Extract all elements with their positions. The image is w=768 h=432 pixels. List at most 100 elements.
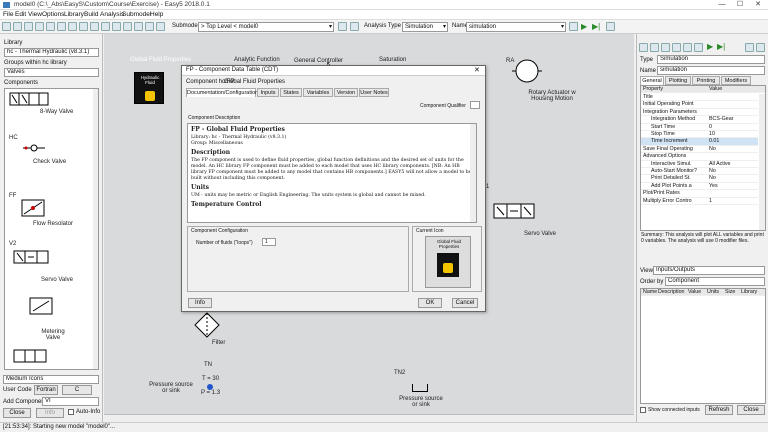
open-icon[interactable] (13, 22, 22, 31)
add-component-input[interactable]: VI (42, 397, 99, 406)
tab-documentation[interactable]: Documentation/Configuration (186, 88, 258, 97)
order-by-select[interactable]: Component (665, 277, 765, 286)
component-valve-partial[interactable] (13, 349, 47, 363)
component-servo-valve[interactable] (13, 249, 49, 265)
auto-info-checkbox[interactable] (68, 409, 74, 415)
play-icon[interactable]: ▶ (581, 22, 587, 31)
library-select[interactable]: hc - Thermal Hydraulic (v8.3.1) (4, 48, 99, 57)
name-select[interactable]: simulation (466, 22, 566, 32)
property-row[interactable]: Integration Parameters (641, 109, 758, 117)
run-analysis-icon[interactable]: ▶ (707, 42, 713, 51)
step-icon[interactable]: ▶| (592, 22, 600, 31)
plot-results-icon[interactable] (745, 43, 754, 52)
icon-size-select[interactable]: Medium Icons (3, 375, 99, 384)
show-connected-checkbox[interactable] (640, 407, 646, 413)
component-list-scrollbar[interactable] (93, 89, 98, 369)
property-row[interactable]: Plot/Print Rates (641, 190, 758, 198)
tab-printing[interactable]: Printing (692, 76, 720, 85)
redo-icon[interactable] (90, 22, 99, 31)
build-icon[interactable] (145, 22, 154, 31)
dialog-info-button[interactable]: Info (188, 298, 212, 308)
settings-icon[interactable] (569, 22, 578, 31)
menu-submodel[interactable]: Submodel (122, 11, 151, 18)
maximize-button[interactable]: ☐ (731, 0, 749, 10)
qualifier-input[interactable] (470, 101, 480, 109)
c-button[interactable]: C (62, 385, 92, 395)
component-metering-valve[interactable] (29, 297, 53, 315)
tab-version[interactable]: Version (334, 88, 358, 97)
new-analysis-icon[interactable] (639, 43, 648, 52)
export-analysis-icon[interactable] (694, 43, 703, 52)
component-8way-valve[interactable] (9, 92, 49, 106)
rotary-actuator-component[interactable] (512, 56, 542, 86)
close-panel-button[interactable]: Close (3, 408, 31, 418)
description-scrollbar[interactable] (470, 124, 476, 222)
menu-edit[interactable]: Edit (15, 11, 26, 18)
submodel-icon[interactable] (350, 22, 359, 31)
menu-build[interactable]: Build (84, 11, 98, 18)
property-row[interactable]: Print Detailed St. No (641, 175, 758, 183)
analysis-type-select[interactable]: Simulation (402, 22, 448, 32)
component-flow-resolator[interactable] (21, 199, 45, 217)
minimize-button[interactable]: — (713, 0, 731, 10)
info-button[interactable]: Info (36, 408, 64, 418)
property-row[interactable]: Start Time 0 (641, 124, 758, 131)
property-row[interactable]: Interactive Simul. All Active (641, 161, 758, 168)
dialog-close-icon[interactable]: ✕ (474, 66, 480, 74)
property-row[interactable]: Save Final Operating No (641, 146, 758, 154)
zoom-in-icon[interactable] (101, 22, 110, 31)
paste-icon[interactable] (68, 22, 77, 31)
property-row[interactable]: Integration Method BCS-Gear (641, 116, 758, 124)
property-row[interactable]: Time Increment 0.01 (641, 138, 758, 146)
analysis-settings-icon[interactable] (683, 43, 692, 52)
refresh-button[interactable]: Refresh (705, 405, 733, 415)
zoom-out-icon[interactable] (112, 22, 121, 31)
close-analysis-button[interactable]: Close (737, 405, 765, 415)
new-icon[interactable] (2, 22, 11, 31)
property-row[interactable]: Multiply Error Contro 1 (641, 198, 758, 205)
description-panel[interactable]: FP - Global Fluid Properties Library: hc… (187, 123, 477, 223)
pressure-sink-component[interactable] (412, 384, 428, 392)
tab-user-notes[interactable]: User Notes (359, 88, 389, 97)
tab-states[interactable]: States (280, 88, 302, 97)
grid-icon[interactable] (123, 22, 132, 31)
servo-valve-component[interactable] (492, 200, 536, 222)
view-select[interactable]: Inputs/Outputs (653, 266, 765, 275)
connect-icon[interactable] (134, 22, 143, 31)
copy-analysis-icon[interactable] (650, 43, 659, 52)
property-row[interactable]: Title (641, 94, 758, 102)
component-check-valve[interactable] (23, 143, 45, 153)
menu-file[interactable]: File (3, 11, 13, 18)
save-icon[interactable] (24, 22, 33, 31)
canvas-hscrollbar[interactable] (104, 414, 634, 422)
ok-button[interactable]: OK (418, 298, 442, 308)
tab-inputs[interactable]: Inputs (257, 88, 279, 97)
menu-view[interactable]: View (28, 11, 42, 18)
step-analysis-icon[interactable]: ▶| (717, 42, 725, 51)
run-icon[interactable] (156, 22, 165, 31)
property-row[interactable]: Add Plot Points a Yes (641, 183, 758, 191)
menu-analysis[interactable]: Analysis (100, 11, 124, 18)
num-fluids-input[interactable]: 1 (262, 238, 276, 246)
filter-component[interactable] (194, 312, 220, 338)
property-row[interactable]: Initial Operating Point (641, 101, 758, 109)
close-button[interactable]: ✕ (749, 0, 767, 10)
global-fluid-properties-component[interactable]: Hydraulic Fluid (134, 72, 164, 104)
menu-help[interactable]: Help (150, 11, 163, 18)
tab-general[interactable]: General (640, 76, 664, 85)
print-icon[interactable] (35, 22, 44, 31)
submodel-select[interactable]: > Top Level < model0 (198, 22, 334, 32)
property-row[interactable]: Stop Time 10 (641, 131, 758, 139)
tab-plotting[interactable]: Plotting (665, 76, 691, 85)
undo-icon[interactable] (79, 22, 88, 31)
rename-analysis-icon[interactable] (672, 43, 681, 52)
menu-library[interactable]: Library (64, 11, 84, 18)
panel-options-icon[interactable] (756, 43, 765, 52)
fortran-button[interactable]: Fortran (34, 385, 58, 395)
copy-icon[interactable] (57, 22, 66, 31)
tab-modifiers[interactable]: Modifiers (721, 76, 751, 85)
type-select[interactable]: Simulation (657, 55, 765, 64)
property-grid-scrollbar[interactable] (759, 94, 765, 230)
cut-icon[interactable] (46, 22, 55, 31)
delete-analysis-icon[interactable] (661, 43, 670, 52)
